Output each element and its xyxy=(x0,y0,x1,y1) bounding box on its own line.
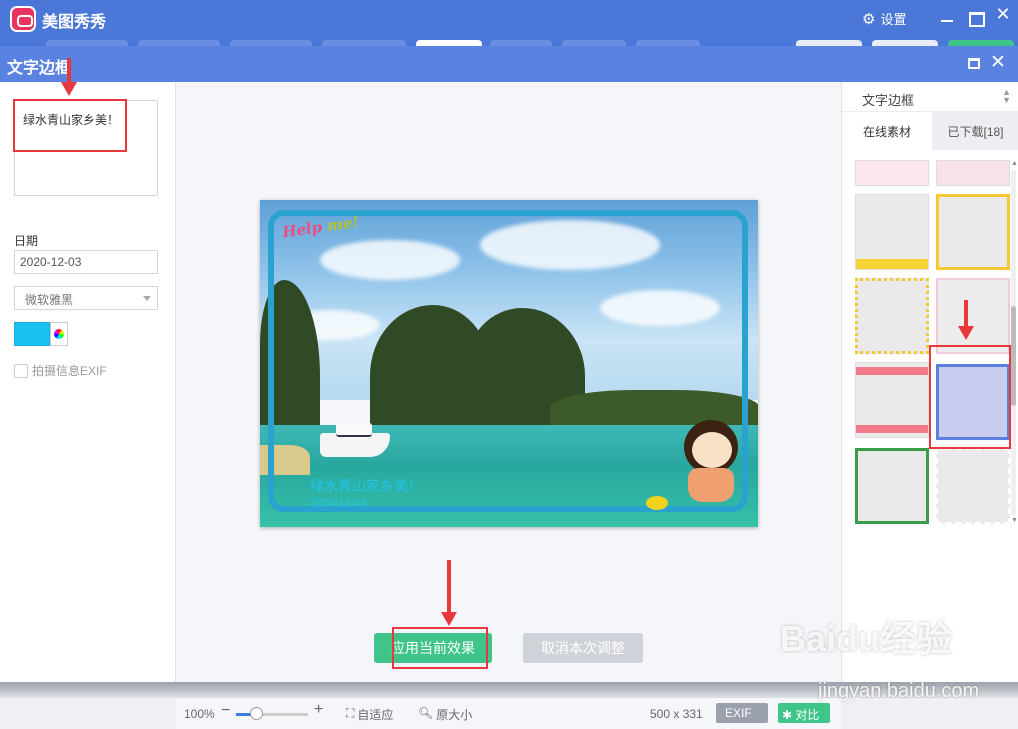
material-scrollbar[interactable] xyxy=(1011,170,1016,515)
app-title: 美图秀秀 xyxy=(42,14,107,31)
font-select-value: 微软雅黑 xyxy=(25,293,74,307)
text-border-frame xyxy=(268,210,748,512)
border-thumbnail[interactable] xyxy=(936,448,1010,524)
annotation-highlight-box xyxy=(13,99,127,152)
annotation-arrow xyxy=(958,300,974,340)
zoom-out-icon[interactable]: − xyxy=(221,702,230,720)
compare-label: 对比 xyxy=(795,708,820,722)
exif-checkbox[interactable] xyxy=(14,363,28,378)
border-thumbnail[interactable] xyxy=(936,194,1010,270)
border-thumbnail[interactable] xyxy=(855,448,929,524)
magnifier-icon: 🔍︎ xyxy=(418,706,434,720)
girl-sticker-face xyxy=(692,432,732,468)
scroll-thumb[interactable] xyxy=(1011,306,1016,406)
star-compare-icon: ✱ xyxy=(782,708,793,722)
border-thumbnail[interactable] xyxy=(936,278,1010,354)
zoom-slider-handle[interactable] xyxy=(250,707,263,720)
date-label: 日期 xyxy=(14,234,39,248)
exif-label: 拍摄信息EXIF xyxy=(32,364,107,378)
chevron-down-icon xyxy=(143,296,151,301)
text-settings-panel: 日期 微软雅黑 拍摄信息EXIF xyxy=(0,82,176,682)
dialog-title: 文字边框 xyxy=(7,60,72,77)
color-wheel-icon[interactable] xyxy=(50,322,68,346)
zoom-in-icon[interactable]: + xyxy=(314,701,323,719)
exif-button-label: EXIF xyxy=(725,706,752,720)
border-thumbnail[interactable] xyxy=(936,160,1010,186)
tab-downloaded[interactable]: 已下载[18] xyxy=(932,112,1018,150)
thumb-band xyxy=(856,425,928,433)
duck-sticker xyxy=(646,496,668,510)
preview-photo: Help me! 绿水青山家乡美！ 2020-12-03 xyxy=(260,200,758,527)
baidu-watermark-logo: Baidu经验 xyxy=(780,618,953,659)
app-logo-icon xyxy=(10,6,36,32)
thumb-band xyxy=(856,367,928,375)
scroll-down-icon[interactable]: ▼ xyxy=(1011,517,1018,524)
annotation-arrow xyxy=(61,58,77,96)
gear-icon: ⚙ xyxy=(862,10,876,28)
annotation-highlight-box xyxy=(929,345,1011,449)
image-dimensions: 500 x 331 xyxy=(650,707,703,721)
baidu-watermark-url: jingyan.baidu.com xyxy=(818,680,980,702)
zoom-level: 100% xyxy=(184,707,215,721)
annotation-highlight-box xyxy=(392,627,488,669)
fit-screen-icon: ⛶ xyxy=(346,706,355,720)
exif-button[interactable]: EXIF ▴ xyxy=(716,703,768,729)
caret-up-icon: ▴ xyxy=(725,720,732,729)
photo-overlay-text[interactable]: 绿水青山家乡美！ xyxy=(310,476,422,496)
thumb-band xyxy=(856,259,928,269)
original-size-button[interactable]: 🔍︎ 原大小 xyxy=(418,706,472,723)
dialog-close-icon[interactable]: ✕ xyxy=(990,51,1006,74)
dialog-header: 文字边框 ✕ xyxy=(0,46,1018,82)
original-size-label: 原大小 xyxy=(436,708,473,722)
exif-checkbox-row[interactable]: 拍摄信息EXIF xyxy=(14,362,107,379)
scroll-up-icon[interactable]: ▲ xyxy=(1011,160,1018,167)
tab-online[interactable]: 在线素材 xyxy=(842,112,932,150)
updown-icon: ▲ ▼ xyxy=(1002,87,1011,105)
settings-button[interactable]: ⚙ 设置 xyxy=(862,9,906,28)
cancel-adjust-button[interactable]: 取消本次调整 xyxy=(523,633,643,663)
close-icon[interactable]: ✕ xyxy=(992,4,1014,25)
fit-button[interactable]: ⛶ 自适应 xyxy=(346,706,393,723)
font-select[interactable]: 微软雅黑 xyxy=(14,286,158,310)
app-titlebar: 美图秀秀 ⚙ 设置 ✕ xyxy=(0,0,1018,46)
border-thumbnail[interactable] xyxy=(855,194,929,270)
compare-button[interactable]: ✱ 对比 xyxy=(778,703,830,723)
settings-label: 设置 xyxy=(880,12,907,27)
date-input[interactable] xyxy=(14,250,158,274)
category-select[interactable]: 文字边框 ▲ ▼ xyxy=(842,82,1018,112)
zoom-slider[interactable] xyxy=(236,713,308,716)
border-thumbnail[interactable] xyxy=(855,278,929,354)
fit-label: 自适应 xyxy=(357,708,394,722)
dialog-maximize-icon[interactable] xyxy=(968,58,980,69)
annotation-arrow xyxy=(441,560,457,626)
girl-sticker-body xyxy=(688,468,734,502)
border-thumbnail[interactable] xyxy=(855,160,929,186)
photo-overlay-date[interactable]: 2020-12-03 xyxy=(310,497,366,509)
status-bar: 100% − + ⛶ 自适应 🔍︎ 原大小 500 x 331 EXIF ▴ ✱… xyxy=(176,698,841,729)
canvas-area: Help me! 绿水青山家乡美！ 2020-12-03 应用当前效果 取消本次… xyxy=(176,82,841,682)
text-color-swatch[interactable] xyxy=(14,322,50,346)
border-thumbnail[interactable] xyxy=(855,362,929,438)
category-select-value: 文字边框 xyxy=(862,93,915,108)
